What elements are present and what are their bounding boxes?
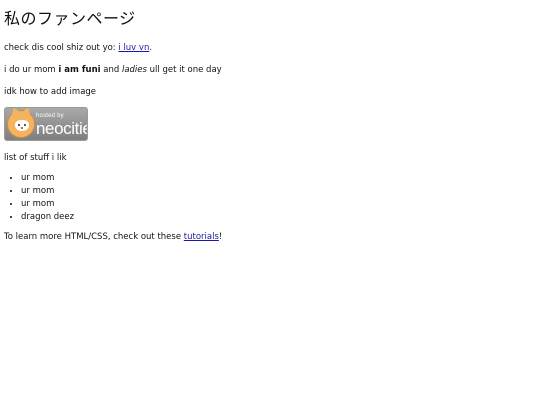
- right-eye-icon: [24, 124, 26, 127]
- italic-text: ladies: [121, 64, 147, 75]
- list-item: ur mom: [21, 174, 540, 184]
- left-eye-icon: [18, 124, 20, 127]
- list-heading: list of stuff i lik: [4, 153, 67, 164]
- list-item: dragon deez: [21, 212, 540, 223]
- stuff-list: ur mom ur mom ur mom dragon deez: [4, 174, 540, 222]
- bold-text: i am funi: [58, 64, 101, 75]
- cat-logo-icon: [7, 110, 35, 139]
- mom-paragraph: i do ur mom i am funi and ladies ull get…: [4, 65, 540, 75]
- list-item: ur mom: [21, 199, 540, 210]
- mom-suffix: ull get it one day: [146, 64, 222, 75]
- footer-prefix: To learn more HTML/CSS, check out these: [4, 232, 184, 243]
- nose-icon: [21, 127, 23, 130]
- footer-suffix: !: [218, 232, 223, 243]
- intro-prefix: check dis cool shiz out yo:: [4, 42, 119, 53]
- page: 私のファンページ check dis cool shiz out yo: i l…: [0, 0, 540, 405]
- neocities-badge: hosted by neocities: [4, 107, 88, 142]
- cat-face-icon: [15, 120, 29, 132]
- list-item: ur mom: [21, 186, 540, 197]
- page-title: 私のファンページ: [4, 9, 136, 28]
- footer-paragraph: To learn more HTML/CSS, check out these …: [4, 232, 540, 242]
- image-note: idk how to add image: [4, 86, 97, 97]
- mom-middle: and: [100, 64, 122, 75]
- intro-paragraph: check dis cool shiz out yo: i luv vn.: [4, 43, 540, 53]
- badge-brand: neocities: [36, 119, 87, 139]
- tutorials-link[interactable]: tutorials: [184, 232, 219, 242]
- mom-prefix: i do ur mom: [4, 64, 59, 75]
- intro-suffix: .: [149, 42, 153, 53]
- i-luv-vn-link[interactable]: i luv vn: [118, 43, 149, 53]
